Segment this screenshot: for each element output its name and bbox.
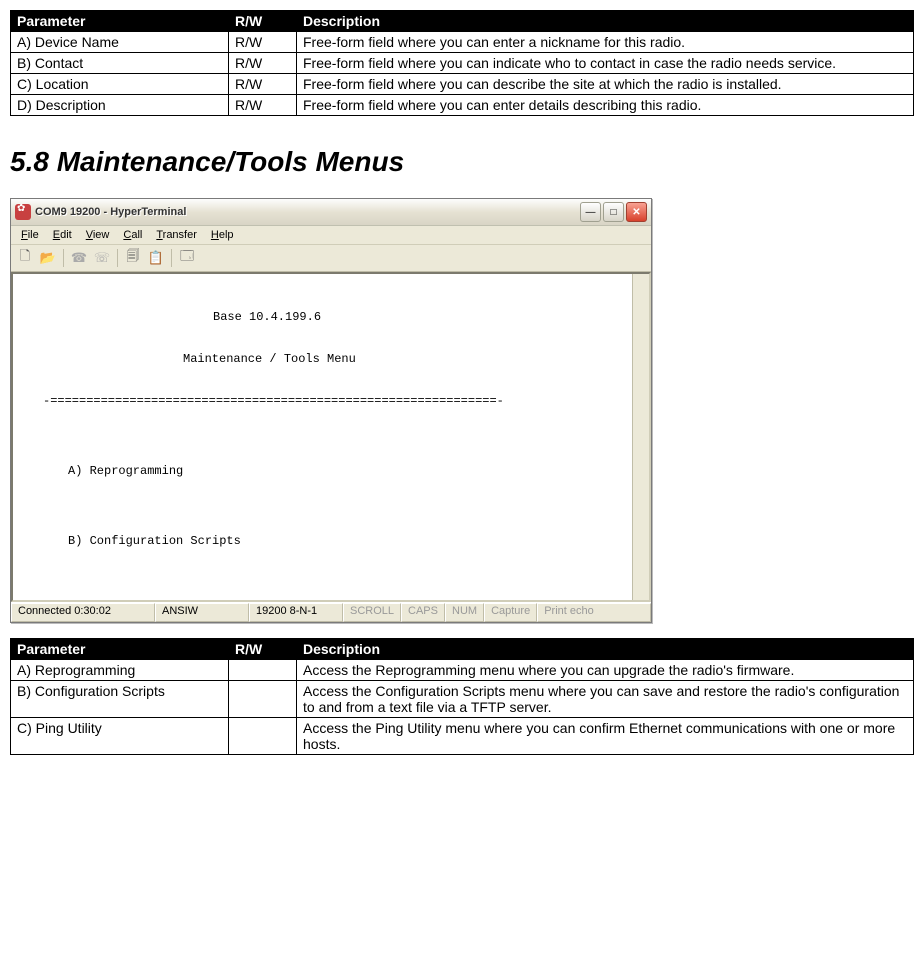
status-num: NUM [445,603,484,622]
menu-help[interactable]: Help [205,228,240,242]
properties-icon[interactable]: 🗔 [177,248,197,268]
terminal-header1: Base 10.4.199.6 [23,310,639,324]
col-rw: R/W [229,639,297,660]
terminal-content[interactable]: Base 10.4.199.6 Maintenance / Tools Menu… [11,272,651,602]
table-header-row: Parameter R/W Description [11,639,914,660]
col-parameter: Parameter [11,11,229,32]
menu-call[interactable]: Call [117,228,148,242]
send-icon[interactable]: 🗐 [123,248,143,268]
status-scroll: SCROLL [343,603,401,622]
table-row: C) Location R/W Free-form field where yo… [11,74,914,95]
table-row: A) Reprogramming Access the Reprogrammin… [11,660,914,681]
disconnect-icon[interactable]: ☏ [92,248,112,268]
titlebar[interactable]: COM9 19200 - HyperTerminal — □ ✕ [11,199,651,226]
statusbar: Connected 0:30:02 ANSIW 19200 8-N-1 SCRO… [11,602,651,622]
menu-view[interactable]: View [80,228,116,242]
status-settings: 19200 8-N-1 [249,603,343,622]
table-row: B) Configuration Scripts Access the Conf… [11,681,914,718]
terminal-item-a: A) Reprogramming [23,464,639,478]
menu-transfer[interactable]: Transfer [150,228,203,242]
terminal-rule: -=======================================… [23,394,639,408]
terminal-item-b: B) Configuration Scripts [23,534,639,548]
parameter-table-2: Parameter R/W Description A) Reprogrammi… [10,638,914,755]
col-rw: R/W [229,11,297,32]
menu-file[interactable]: File [15,228,45,242]
toolbar: 🗋 📂 ☎ ☏ 🗐 📋 🗔 [11,245,651,272]
separator [171,249,172,267]
status-emulation: ANSIW [155,603,249,622]
table-row: C) Ping Utility Access the Ping Utility … [11,718,914,755]
hyperterminal-window: COM9 19200 - HyperTerminal — □ ✕ File Ed… [10,198,652,623]
col-description: Description [297,11,914,32]
table-header-row: Parameter R/W Description [11,11,914,32]
app-icon [15,204,31,220]
table-row: D) Description R/W Free-form field where… [11,95,914,116]
col-description: Description [297,639,914,660]
separator [63,249,64,267]
status-connected: Connected 0:30:02 [11,603,155,622]
menubar: File Edit View Call Transfer Help [11,226,651,245]
terminal-header2: Maintenance / Tools Menu [23,352,639,366]
receive-icon[interactable]: 📋 [146,248,166,268]
menu-edit[interactable]: Edit [47,228,78,242]
table-row: B) Contact R/W Free-form field where you… [11,53,914,74]
table-row: A) Device Name R/W Free-form field where… [11,32,914,53]
new-icon[interactable]: 🗋 [15,248,35,268]
status-capture: Capture [484,603,537,622]
minimize-button[interactable]: — [580,202,601,222]
maximize-button[interactable]: □ [603,202,624,222]
close-button[interactable]: ✕ [626,202,647,222]
status-printecho: Print echo [537,603,651,622]
col-parameter: Parameter [11,639,229,660]
status-caps: CAPS [401,603,445,622]
scrollbar-vertical[interactable] [632,274,649,600]
connect-icon[interactable]: ☎ [69,248,89,268]
open-icon[interactable]: 📂 [38,248,58,268]
parameter-table-1: Parameter R/W Description A) Device Name… [10,10,914,116]
separator [117,249,118,267]
section-heading: 5.8 Maintenance/Tools Menus [10,146,914,178]
window-title: COM9 19200 - HyperTerminal [35,206,186,218]
